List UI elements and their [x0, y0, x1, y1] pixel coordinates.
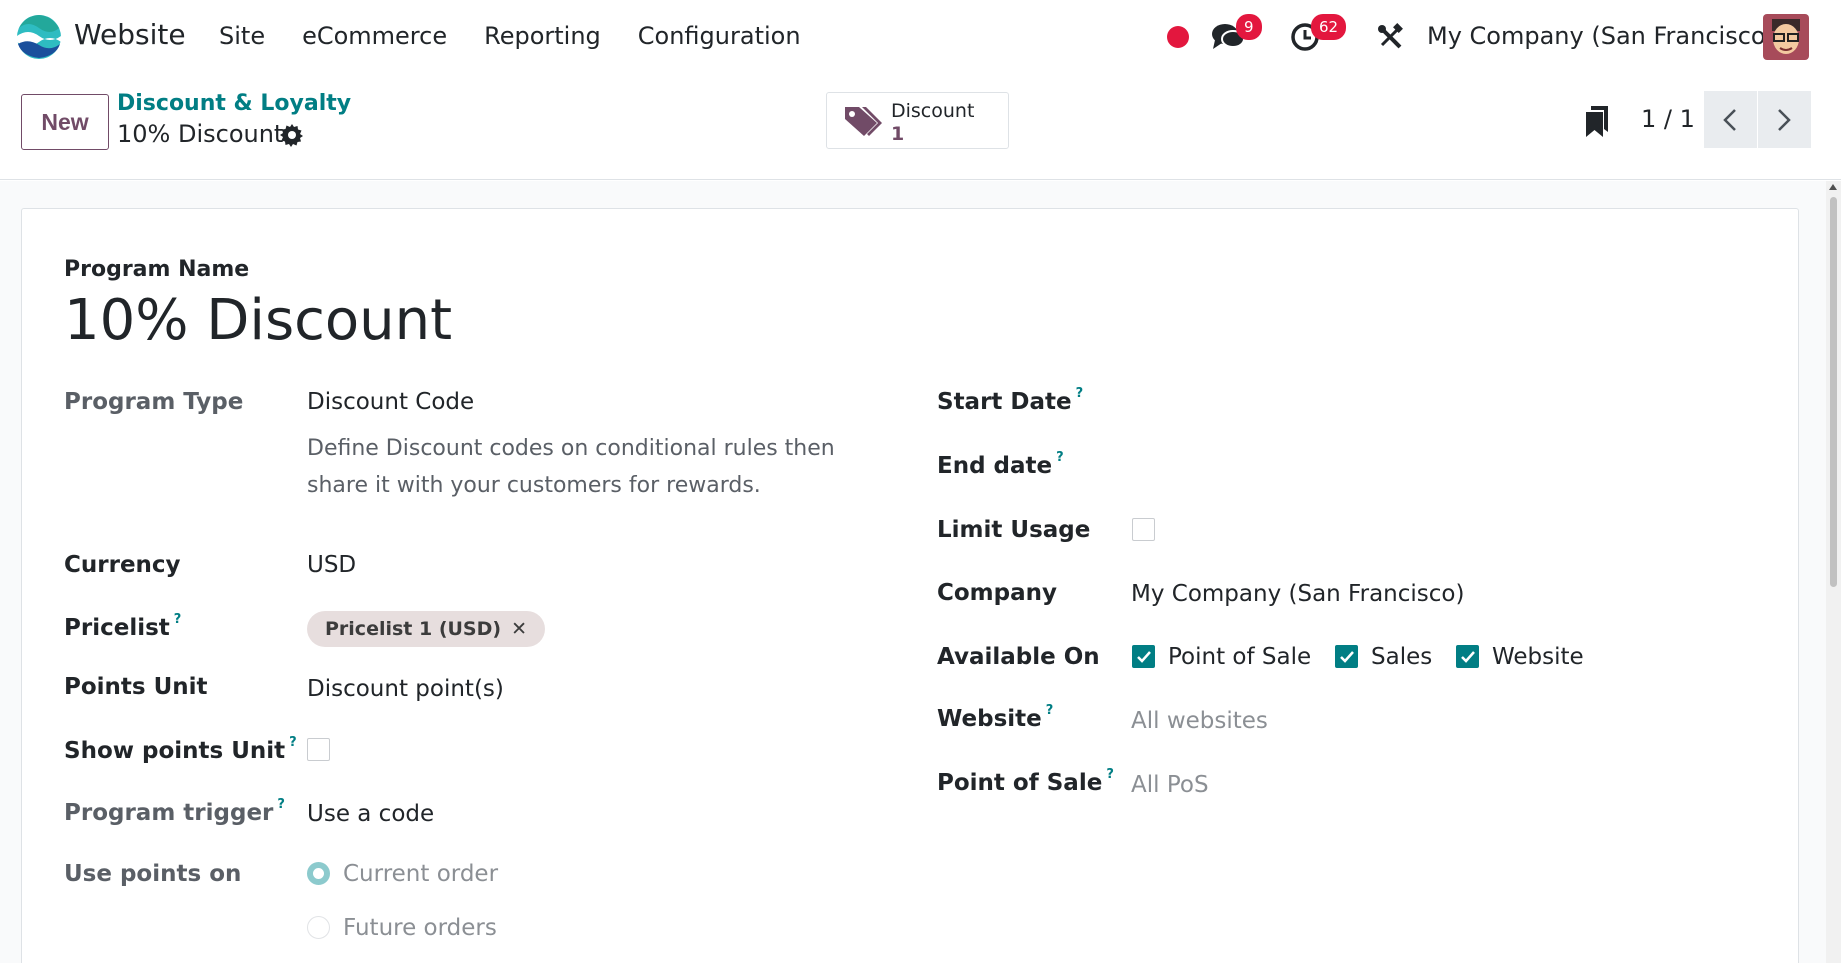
chevron-right-icon [1778, 109, 1791, 131]
check-icon [1137, 651, 1151, 663]
show-points-unit-checkbox[interactable] [307, 738, 330, 761]
help-icon[interactable]: ? [277, 797, 285, 812]
currency-label: Currency [64, 552, 181, 578]
program-name-field[interactable]: 10% Discount [64, 288, 452, 353]
pricelist-label-row: Pricelist? [64, 612, 182, 641]
program-type-field[interactable]: Discount Code [307, 389, 474, 415]
help-icon[interactable]: ? [1106, 767, 1114, 782]
messages-count-badge: 9 [1236, 14, 1262, 40]
pager-next-button[interactable] [1758, 91, 1811, 148]
show-points-unit-label: Show points Unit [64, 738, 286, 764]
currency-field[interactable]: USD [307, 552, 356, 578]
future-orders-option-label[interactable]: Future orders [343, 915, 497, 941]
company-switcher[interactable]: My Company (San Francisco) [1427, 22, 1775, 50]
show-points-unit-label-row: Show points Unit? [64, 735, 297, 764]
future-orders-radio[interactable] [307, 916, 330, 939]
help-icon[interactable]: ? [174, 612, 182, 627]
use-points-on-label: Use points on [64, 861, 242, 887]
help-icon[interactable]: ? [1056, 450, 1064, 465]
menu-item-ecommerce[interactable]: eCommerce [302, 22, 447, 50]
points-unit-label: Points Unit [64, 674, 208, 700]
end-date-label: End date [937, 453, 1053, 479]
menu-item-reporting[interactable]: Reporting [484, 22, 601, 50]
smart-button-label: Discount [891, 100, 975, 122]
help-icon[interactable]: ? [289, 735, 297, 750]
program-trigger-field[interactable]: Use a code [307, 801, 434, 827]
pricelist-tag-label: Pricelist 1 (USD) [325, 618, 502, 640]
pager-previous-button[interactable] [1704, 91, 1757, 148]
recording-indicator[interactable] [1167, 26, 1189, 48]
help-icon[interactable]: ? [1076, 386, 1084, 401]
check-icon [1340, 651, 1354, 663]
company-field[interactable]: My Company (San Francisco) [1131, 581, 1464, 607]
activities-count-badge: 62 [1311, 14, 1347, 40]
sales-available-label[interactable]: Sales [1371, 644, 1432, 670]
user-avatar[interactable] [1763, 14, 1809, 60]
pos-label-row: Point of Sale? [937, 767, 1114, 796]
discount-smart-button[interactable]: Discount 1 [826, 92, 1009, 149]
program-trigger-label-row: Program trigger? [64, 797, 285, 826]
bookmark-icon[interactable] [1584, 104, 1610, 138]
pos-field[interactable]: All PoS [1131, 772, 1209, 798]
scroll-up-arrow[interactable] [1829, 184, 1837, 190]
chevron-left-icon [1723, 109, 1736, 131]
pos-available-checkbox[interactable] [1132, 645, 1155, 668]
program-name-label: Program Name [64, 257, 250, 282]
limit-usage-label: Limit Usage [937, 517, 1091, 543]
current-order-radio[interactable] [307, 862, 330, 885]
pos-label: Point of Sale [937, 770, 1103, 796]
website-field[interactable]: All websites [1131, 708, 1268, 734]
sales-available-checkbox[interactable] [1335, 645, 1358, 668]
start-date-label-row: Start Date? [937, 386, 1084, 415]
program-type-label: Program Type [64, 389, 244, 415]
end-date-field[interactable] [1131, 448, 1631, 484]
gear-icon[interactable] [280, 123, 304, 147]
pos-available-label[interactable]: Point of Sale [1168, 644, 1311, 670]
control-panel: New Discount & Loyalty 10% Discount Disc… [0, 74, 1841, 180]
points-unit-field[interactable]: Discount point(s) [307, 676, 504, 702]
available-on-label: Available On [937, 644, 1100, 670]
check-icon [1461, 651, 1475, 663]
page-scrollbar[interactable] [1826, 181, 1841, 963]
breadcrumb-current: 10% Discount [117, 120, 284, 148]
program-trigger-label: Program trigger [64, 800, 274, 826]
tags-icon [845, 107, 882, 136]
start-date-label: Start Date [937, 389, 1072, 415]
website-available-label[interactable]: Website [1492, 644, 1584, 670]
smart-button-count: 1 [891, 123, 905, 145]
website-label: Website [937, 706, 1042, 732]
current-order-option-label[interactable]: Current order [343, 861, 498, 887]
help-icon[interactable]: ? [1046, 703, 1054, 718]
website-available-checkbox[interactable] [1456, 645, 1479, 668]
pricelist-label: Pricelist [64, 615, 170, 641]
website-label-row: Website? [937, 703, 1054, 732]
pricelist-tag[interactable]: Pricelist 1 (USD) ✕ [307, 611, 545, 647]
program-type-description: Define Discount codes on conditional rul… [307, 436, 835, 498]
scroll-thumb[interactable] [1830, 197, 1837, 587]
remove-tag-icon[interactable]: ✕ [511, 618, 527, 640]
pager-value[interactable]: 1 / 1 [1641, 105, 1695, 133]
website-app-logo[interactable] [16, 14, 62, 60]
main-menu: Site eCommerce Reporting Configuration [219, 22, 838, 50]
start-date-field[interactable] [1131, 384, 1631, 420]
top-navbar: Website Site eCommerce Reporting Configu… [0, 0, 1841, 74]
menu-item-configuration[interactable]: Configuration [638, 22, 801, 50]
breadcrumb-parent[interactable]: Discount & Loyalty [117, 91, 351, 116]
limit-usage-checkbox[interactable] [1132, 518, 1155, 541]
menu-item-site[interactable]: Site [219, 22, 265, 50]
app-name[interactable]: Website [74, 18, 186, 51]
new-button[interactable]: New [21, 94, 109, 150]
end-date-label-row: End date? [937, 450, 1064, 479]
company-label: Company [937, 580, 1057, 606]
debug-tools-icon[interactable] [1376, 23, 1404, 51]
